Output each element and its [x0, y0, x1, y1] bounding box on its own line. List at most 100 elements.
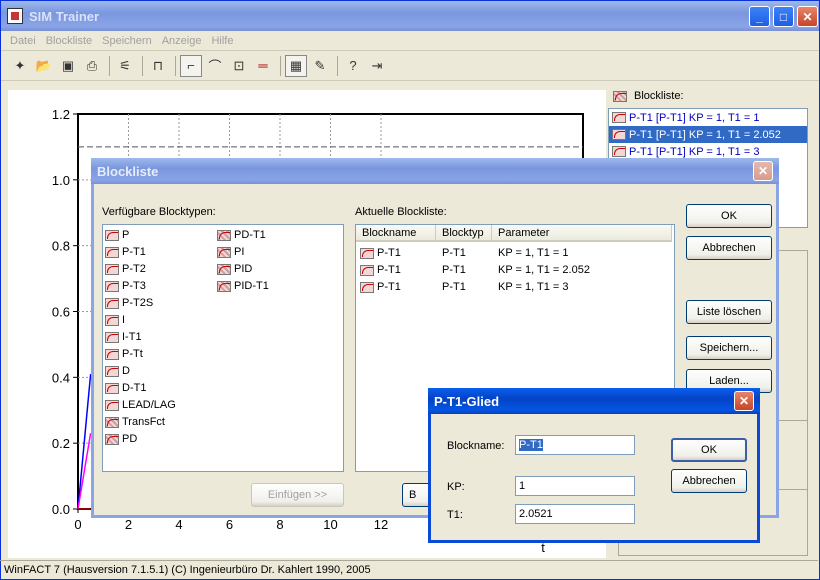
save-list-button[interactable]: Speichern...	[686, 336, 772, 360]
column-header-parameter[interactable]: Parameter	[492, 225, 672, 242]
block-type-item[interactable]: PD	[105, 433, 137, 445]
new-icon[interactable]: ✦	[9, 55, 31, 77]
block-type-item[interactable]: P	[105, 229, 129, 241]
blockname-field[interactable]: P-T1	[515, 435, 635, 455]
block-type-item[interactable]: PI	[217, 246, 244, 258]
minimize-button[interactable]: _	[749, 6, 770, 27]
block-type-icon	[105, 365, 119, 377]
save-icon[interactable]: ▣	[57, 55, 79, 77]
pt1-ok-button[interactable]: OK	[671, 438, 747, 462]
axis-icon[interactable]: ⊓	[147, 55, 169, 77]
block-type-label: I	[122, 314, 126, 326]
block-type-icon	[105, 433, 119, 445]
print-icon[interactable]: ⎙	[81, 55, 103, 77]
block-type-item[interactable]: P-T2	[105, 263, 146, 275]
maximize-button[interactable]: □	[773, 6, 794, 27]
config-icon[interactable]: ✎	[309, 55, 331, 77]
block-type-icon	[217, 229, 231, 241]
block-type-label: D-T1	[122, 382, 147, 394]
block-type-icon	[105, 399, 119, 411]
toolbar-separator	[337, 55, 338, 76]
ramp-response-icon[interactable]: ⊡	[228, 55, 250, 77]
line-icon[interactable]: ═	[252, 55, 274, 77]
block-type-item[interactable]: I-T1	[105, 331, 142, 343]
block-type-icon	[105, 229, 119, 241]
pt1-block-icon	[612, 129, 626, 140]
main-titlebar[interactable]: SIM Trainer _ □ ✕	[1, 1, 819, 31]
step-response-icon[interactable]: ⌐	[180, 54, 202, 77]
simulate-icon[interactable]: ⚟	[114, 55, 136, 77]
block-type-icon	[217, 263, 231, 275]
block-type-item[interactable]: P-T3	[105, 280, 146, 292]
available-types-list[interactable]: P P-T1 P-T2 P-T3 P-T2S I I-T1 P-Tt D D-T1 LEAD/LAG…	[102, 224, 344, 472]
block-type-item[interactable]: D	[105, 365, 130, 377]
pt1-block-icon	[612, 146, 626, 157]
y-tick-label: 1.2	[52, 107, 70, 122]
row-blockname: P-T1	[360, 264, 401, 276]
block-type-icon	[217, 246, 231, 258]
block-type-item[interactable]: LEAD/LAG	[105, 399, 176, 411]
menubar: Datei Blockliste Speichern Anzeige Hilfe	[1, 31, 819, 51]
help-icon[interactable]: ?	[342, 55, 364, 77]
block-type-label: PI	[234, 246, 245, 258]
block-type-label: P-T2	[122, 263, 146, 275]
menu-anzeige[interactable]: Anzeige	[157, 35, 207, 47]
cancel-button[interactable]: Abbrechen	[686, 236, 772, 260]
block-type-item[interactable]: PID-T1	[217, 280, 269, 292]
blockliste-dialog-title: Blockliste	[97, 163, 159, 179]
block-list-item-label: P-T1 [P-T1] KP = 1, T1 = 1	[629, 111, 760, 124]
menu-datei[interactable]: Datei	[5, 35, 41, 47]
block-type-item[interactable]: P-T2S	[105, 297, 153, 309]
t1-value: 2.0521	[519, 508, 553, 520]
insert-button[interactable]: Einfügen >>	[251, 483, 344, 507]
row-blocktyp: P-T1	[442, 264, 466, 276]
clear-list-button[interactable]: Liste löschen	[686, 300, 772, 324]
block-type-item[interactable]: P-T1	[105, 246, 146, 258]
block-type-icon	[105, 348, 119, 360]
blockliste-close-button[interactable]: ✕	[753, 161, 773, 181]
kp-label: KP:	[447, 481, 465, 493]
block-type-item[interactable]: I	[105, 314, 125, 326]
block-type-icon	[105, 263, 119, 275]
block-list-item[interactable]: P-T1 [P-T1] KP = 1, T1 = 2.052	[609, 126, 807, 143]
pt1-close-button[interactable]: ✕	[734, 391, 754, 411]
toolbar-separator	[109, 55, 110, 76]
column-header-blocktyp[interactable]: Blocktyp	[436, 225, 492, 242]
pt1-block-icon	[360, 281, 374, 293]
exit-icon[interactable]: ⇥	[366, 55, 388, 77]
y-tick-label: 0.8	[52, 239, 70, 254]
block-list-item-label: P-T1 [P-T1] KP = 1, T1 = 3	[629, 145, 760, 158]
row-parameter: KP = 1, T1 = 2.052	[498, 264, 590, 276]
t1-field[interactable]: 2.0521	[515, 504, 635, 524]
block-type-item[interactable]: PD-T1	[217, 229, 266, 241]
menu-blockliste[interactable]: Blockliste	[41, 35, 97, 47]
kp-field[interactable]: 1	[515, 476, 635, 496]
open-icon[interactable]: 📂	[33, 55, 55, 77]
x-tick-label: 0	[74, 517, 81, 532]
block-type-item[interactable]: P-Tt	[105, 348, 143, 360]
block-list-item[interactable]: P-T1 [P-T1] KP = 1, T1 = 1	[609, 109, 807, 126]
close-button[interactable]: ✕	[797, 6, 818, 27]
block-type-item[interactable]: TransFct	[105, 416, 165, 428]
menu-speichern[interactable]: Speichern	[97, 35, 157, 47]
block-type-label: P-T3	[122, 280, 146, 292]
menu-hilfe[interactable]: Hilfe	[206, 35, 238, 47]
toolbar-separator	[280, 55, 281, 76]
pt1-dialog-titlebar[interactable]: P-T1-Glied	[428, 388, 760, 414]
pt1-block-icon	[360, 247, 374, 259]
block-type-icon	[217, 280, 231, 292]
x-tick-label: 6	[226, 517, 233, 532]
status-bar: WinFACT 7 (Hausversion 7.1.5.1) (C) Inge…	[0, 560, 818, 579]
grid-icon[interactable]: ▦	[285, 54, 307, 77]
ok-button[interactable]: OK	[686, 204, 772, 228]
impulse-response-icon[interactable]: ⌒	[204, 55, 226, 77]
pt1-cancel-button[interactable]: Abbrechen	[671, 469, 747, 493]
block-type-item[interactable]: PID	[217, 263, 252, 275]
column-header-blockname[interactable]: Blockname	[356, 225, 436, 242]
row-blocktyp: P-T1	[442, 281, 466, 293]
block-list-icon	[613, 90, 627, 102]
app-icon	[7, 8, 23, 24]
block-type-item[interactable]: D-T1	[105, 382, 146, 394]
blockliste-dialog-titlebar[interactable]: Blockliste	[91, 158, 779, 184]
block-type-label: PID-T1	[234, 280, 269, 292]
